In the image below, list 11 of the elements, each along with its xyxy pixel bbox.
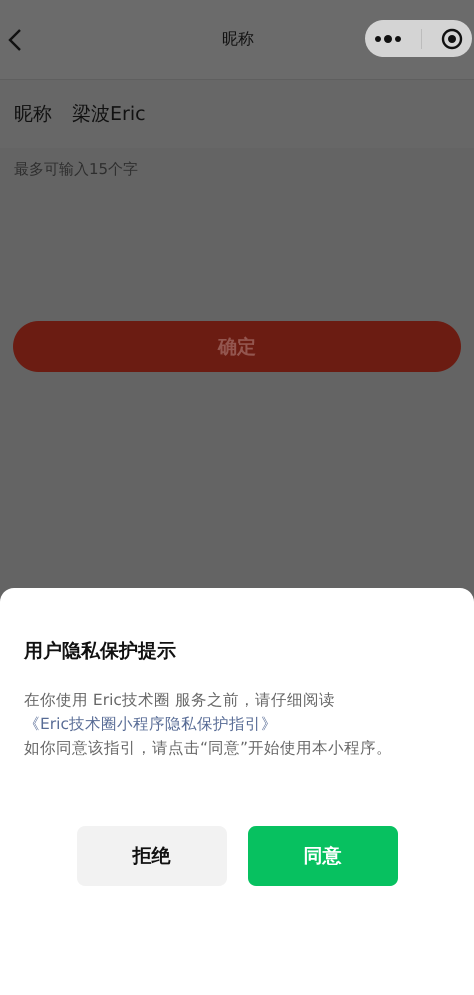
page-title: 昵称	[222, 29, 254, 50]
reject-button[interactable]: 拒绝	[76, 826, 226, 886]
privacy-guide-link[interactable]: 《Eric技术圈小程序隐私保护指引》	[24, 715, 277, 733]
target-icon[interactable]	[440, 28, 463, 50]
back-icon[interactable]	[8, 28, 22, 52]
field-label: 昵称	[14, 102, 52, 127]
dialog-title: 用户隐私保护提示	[24, 639, 177, 664]
nickname-field[interactable]: 梁波Eric	[72, 103, 272, 125]
more-icon[interactable]	[374, 34, 402, 44]
privacy-notice: 在你使用 Eric技术圈 服务之前，请仔细阅读 《Eric技术圈小程序隐私保护指引》 如你同意该指引，请点击“同意”开始使用本小程序。	[24, 690, 394, 759]
agree-button[interactable]: 同意	[248, 826, 398, 886]
